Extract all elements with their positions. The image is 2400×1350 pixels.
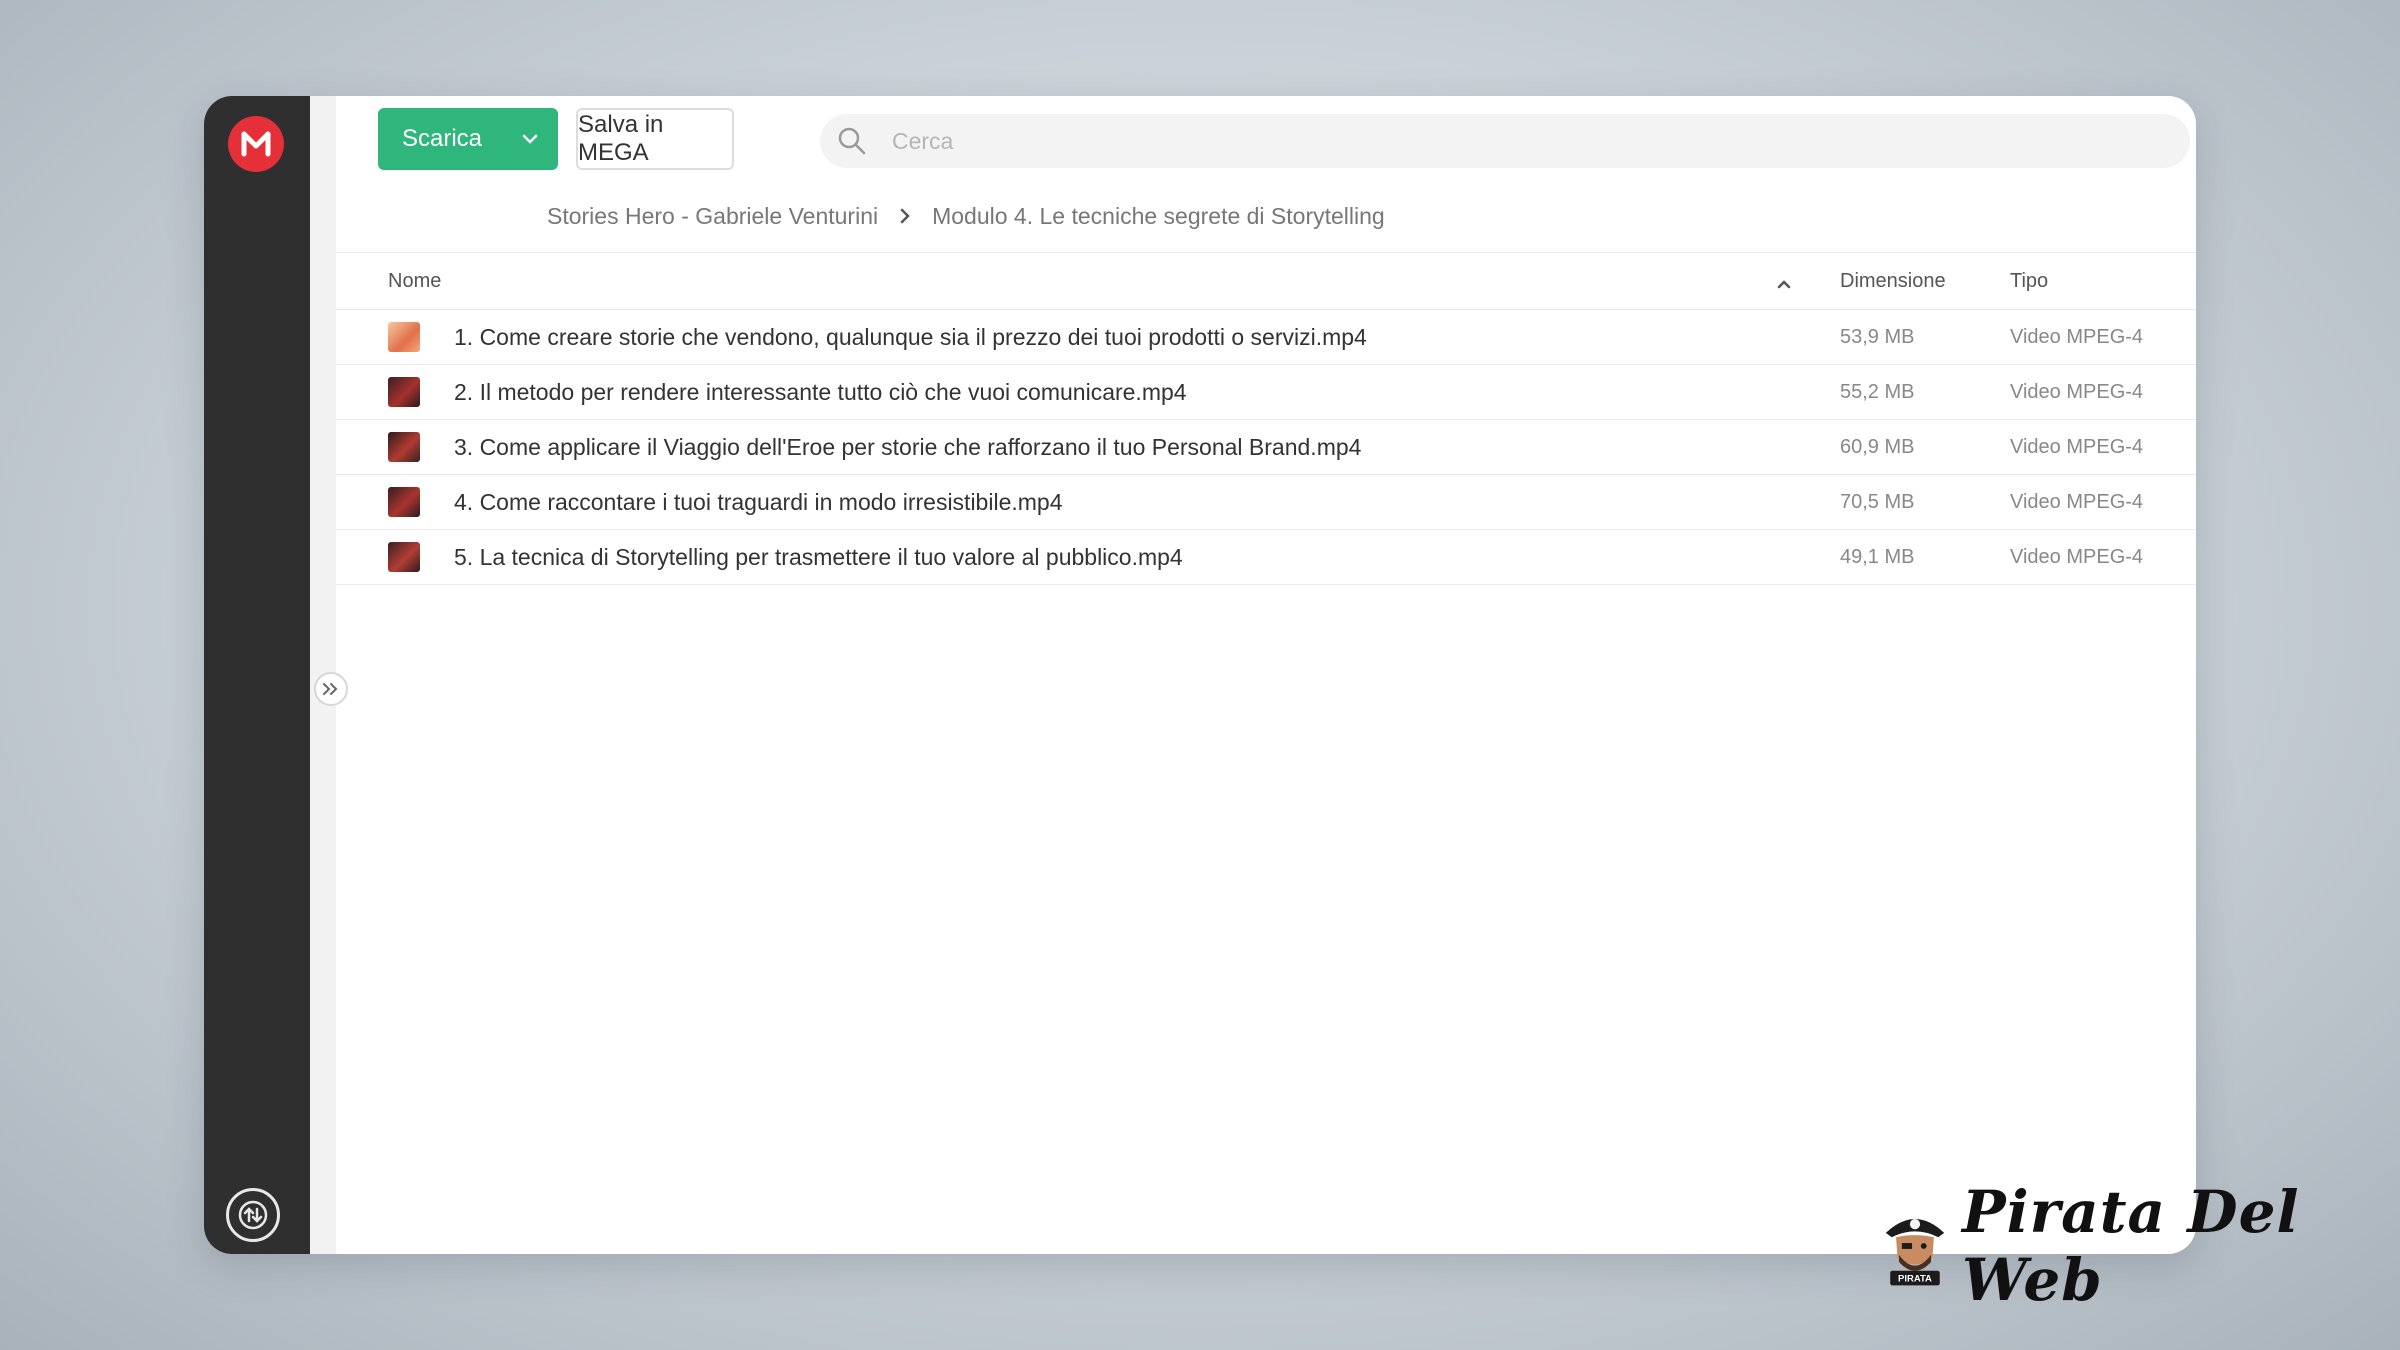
transfer-icon[interactable] — [226, 1188, 280, 1242]
file-name: 2. Il metodo per rendere interessante tu… — [454, 378, 1187, 405]
badge-text: PIRATA — [1898, 1274, 1932, 1285]
column-header-size[interactable]: Dimensione — [1840, 270, 1946, 293]
video-thumbnail — [388, 487, 420, 517]
column-header-name[interactable]: Nome — [388, 270, 441, 293]
file-name: 5. La tecnica di Storytelling per trasme… — [454, 543, 1183, 570]
file-size: 53,9 MB — [1840, 325, 1915, 348]
file-size: 49,1 MB — [1840, 545, 1915, 568]
file-name: 4. Come raccontare i tuoi traguardi in m… — [454, 488, 1063, 515]
breadcrumb-current[interactable]: Modulo 4. Le tecniche segrete di Storyte… — [932, 203, 1385, 230]
table-row[interactable]: 1. Come creare storie che vendono, qualu… — [336, 310, 2196, 365]
sort-up-icon[interactable] — [1776, 273, 1792, 296]
column-header-type[interactable]: Tipo — [2010, 270, 2048, 293]
file-type: Video MPEG-4 — [2010, 545, 2144, 568]
chevron-down-icon[interactable] — [502, 133, 558, 145]
table-header: Nome Dimensione Tipo — [336, 252, 2196, 310]
table-row[interactable]: 4. Come raccontare i tuoi traguardi in m… — [336, 475, 2196, 530]
expand-icon[interactable] — [314, 672, 348, 706]
breadcrumb: Stories Hero - Gabriele Venturini Modulo… — [547, 196, 1385, 236]
table-row[interactable]: 2. Il metodo per rendere interessante tu… — [336, 365, 2196, 420]
video-thumbnail — [388, 377, 420, 407]
file-type: Video MPEG-4 — [2010, 435, 2144, 458]
mega-logo-icon[interactable] — [228, 116, 284, 172]
video-thumbnail — [388, 322, 420, 352]
file-size: 55,2 MB — [1840, 380, 1915, 403]
save-to-mega-button[interactable]: Salva in MEGA — [576, 108, 734, 170]
file-type: Video MPEG-4 — [2010, 490, 2144, 513]
file-type: Video MPEG-4 — [2010, 380, 2144, 403]
file-size: 60,9 MB — [1840, 435, 1915, 458]
file-table: Nome Dimensione Tipo 1. Come creare stor… — [336, 252, 2196, 585]
file-name: 1. Come creare storie che vendono, qualu… — [454, 323, 1367, 350]
download-button[interactable]: Scarica — [378, 108, 558, 170]
sidebar-rail — [204, 96, 310, 1254]
brand-name: Pirata Del Web — [1961, 1178, 2300, 1314]
search-bar[interactable] — [820, 114, 2190, 168]
table-row[interactable]: 5. La tecnica di Storytelling per trasme… — [336, 530, 2196, 585]
pirata-del-web-watermark: PIRATA Pirata Del Web — [1880, 1178, 2326, 1314]
mega-window: Scarica Salva in MEGA Stories Hero - Gab… — [204, 96, 2196, 1254]
file-size: 70,5 MB — [1840, 490, 1915, 513]
file-type: Video MPEG-4 — [2010, 325, 2144, 348]
video-thumbnail — [388, 542, 420, 572]
download-label: Scarica — [402, 125, 483, 152]
breadcrumb-parent[interactable]: Stories Hero - Gabriele Venturini — [547, 203, 878, 230]
file-name: 3. Come applicare il Viaggio dell'Eroe p… — [454, 433, 1362, 460]
search-icon — [820, 126, 884, 156]
chevron-right-icon — [900, 208, 910, 224]
table-row[interactable]: 3. Come applicare il Viaggio dell'Eroe p… — [336, 420, 2196, 475]
pirate-mascot-icon: PIRATA — [1885, 1219, 1945, 1286]
video-thumbnail — [388, 432, 420, 462]
search-input[interactable] — [884, 126, 2190, 156]
